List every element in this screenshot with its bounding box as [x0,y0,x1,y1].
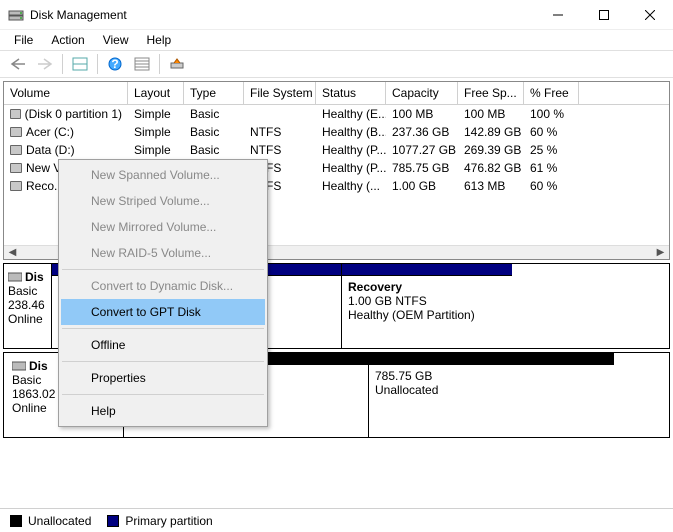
volume-icon [10,145,22,155]
context-menu: New Spanned Volume...New Striped Volume.… [58,159,268,427]
column-header[interactable]: % Free [524,82,579,104]
column-header[interactable]: File System [244,82,316,104]
scroll-right-icon[interactable]: ▶ [652,247,669,258]
maximize-button[interactable] [581,0,627,30]
menu-item: New Mirrored Volume... [61,214,265,240]
volume-icon [10,181,22,191]
action-button[interactable] [165,53,189,75]
legend: Unallocated Primary partition [0,508,673,532]
partition[interactable]: Recovery1.00 GB NTFSHealthy (OEM Partiti… [342,264,512,348]
titlebar: Disk Management [0,0,673,30]
volume-icon [10,163,22,173]
minimize-button[interactable] [535,0,581,30]
column-header[interactable]: Layout [128,82,184,104]
legend-swatch [10,515,22,527]
toolbar: ? [0,50,673,78]
menu-item[interactable]: Properties [61,365,265,391]
panel-button[interactable] [68,53,92,75]
legend-swatch [107,515,119,527]
menu-item: New RAID-5 Volume... [61,240,265,266]
back-button[interactable] [6,53,30,75]
menubar: File Action View Help [0,30,673,50]
volume-icon [10,109,21,119]
menu-view[interactable]: View [95,31,137,49]
column-header[interactable]: Free Sp... [458,82,524,104]
close-button[interactable] [627,0,673,30]
window-title: Disk Management [30,8,535,22]
menu-file[interactable]: File [6,31,41,49]
app-icon [8,7,24,23]
menu-item: New Striped Volume... [61,188,265,214]
help-button[interactable]: ? [103,53,127,75]
menu-item: New Spanned Volume... [61,162,265,188]
volume-row[interactable]: (Disk 0 partition 1)SimpleBasicHealthy (… [4,105,669,123]
disk-0-label[interactable]: Dis Basic 238.46 Online [4,264,52,348]
menu-item[interactable]: Convert to GPT Disk [61,299,265,325]
partition[interactable]: 785.75 GBUnallocated [369,353,614,437]
forward-button[interactable] [33,53,57,75]
volume-row[interactable]: Data (D:)SimpleBasicNTFSHealthy (P...107… [4,141,669,159]
column-header[interactable]: Capacity [386,82,458,104]
svg-text:?: ? [111,57,118,71]
list-button[interactable] [130,53,154,75]
menu-item: Convert to Dynamic Disk... [61,273,265,299]
column-header[interactable]: Status [316,82,386,104]
legend-label: Primary partition [125,514,212,528]
volume-icon [10,127,22,137]
scroll-left-icon[interactable]: ◀ [4,247,21,258]
column-header[interactable]: Type [184,82,244,104]
legend-label: Unallocated [28,514,91,528]
volume-row[interactable]: Acer (C:)SimpleBasicNTFSHealthy (B...237… [4,123,669,141]
volume-list-header: VolumeLayoutTypeFile SystemStatusCapacit… [4,82,669,105]
menu-item[interactable]: Offline [61,332,265,358]
menu-action[interactable]: Action [43,31,92,49]
menu-item[interactable]: Help [61,398,265,424]
menu-help[interactable]: Help [139,31,180,49]
column-header[interactable]: Volume [4,82,128,104]
